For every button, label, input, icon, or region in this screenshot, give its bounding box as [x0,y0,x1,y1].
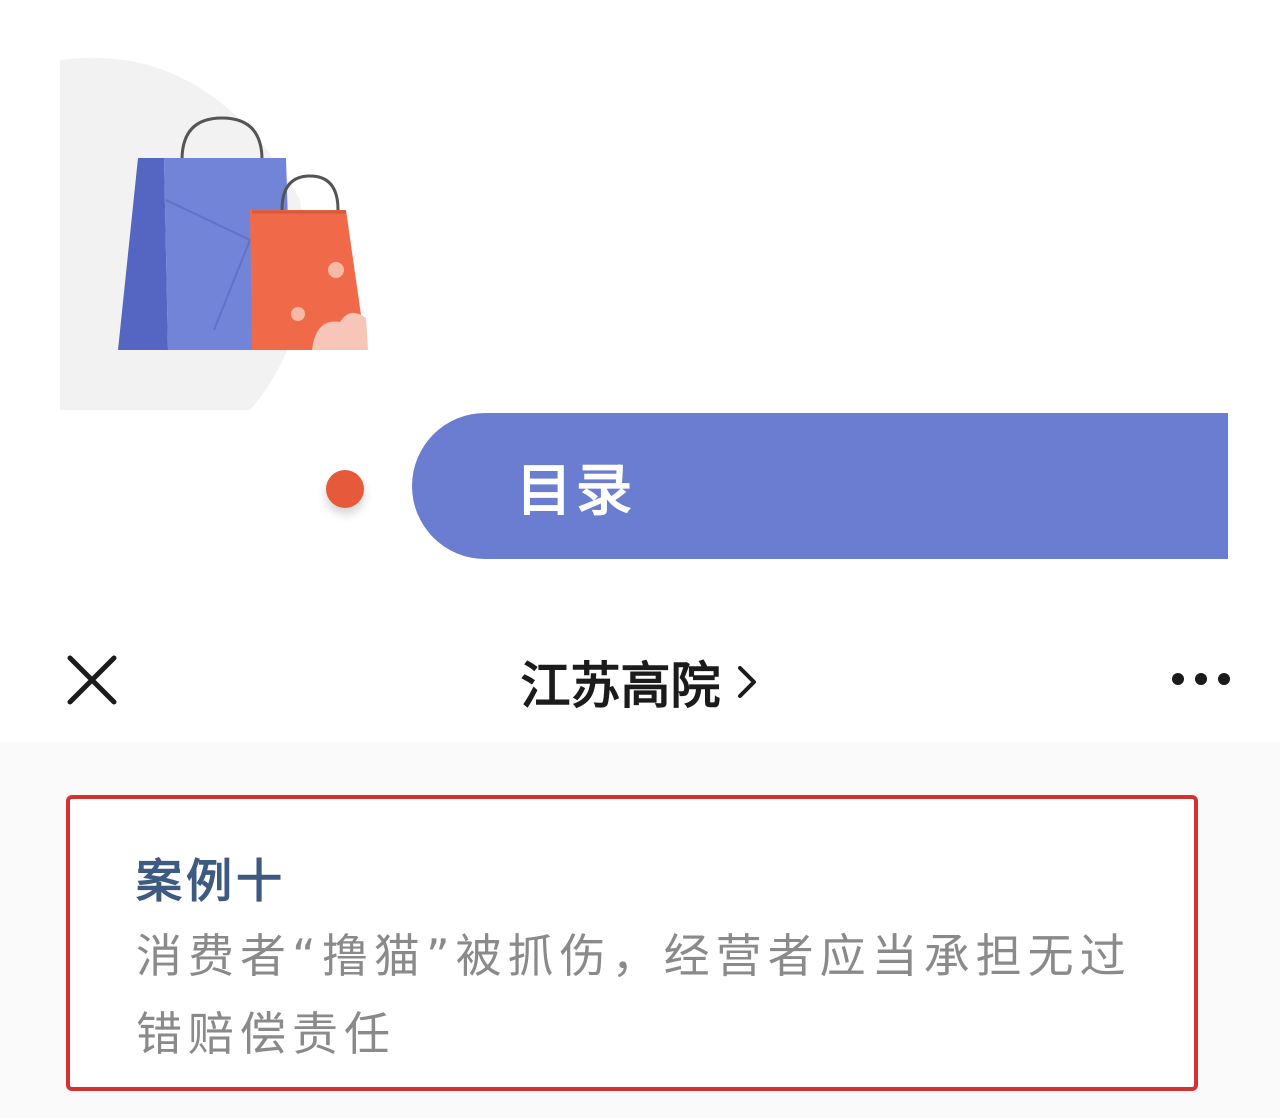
case-title: 消费者“撸猫”被抓伤，经营者应当承担无过错赔偿责任 [136,929,1132,1061]
toc-title: 目录 [516,458,636,524]
more-icon[interactable] [1168,662,1234,696]
toc-banner: 目录 [412,413,1228,559]
chevron-right-icon [737,666,756,698]
case-number: 案例十 [136,854,286,908]
nav-bar: 江苏高院 [0,612,1280,742]
accent-dot [326,470,364,508]
shopping-bags-illustration [60,57,368,411]
account-title-link[interactable]: 江苏高院 [0,646,1280,718]
case-card[interactable]: 案例十 消费者“撸猫”被抓伤，经营者应当承担无过错赔偿责任 [66,795,1198,1091]
nav-title: 江苏高院 [520,657,721,715]
